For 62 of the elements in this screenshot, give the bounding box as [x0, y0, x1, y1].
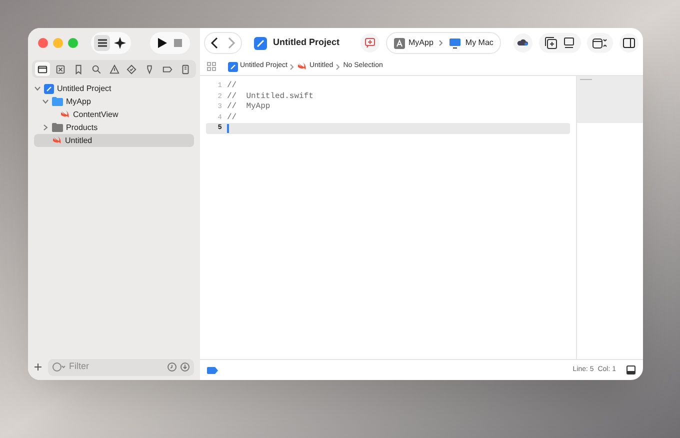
- swift-icon: [52, 136, 62, 145]
- diamond-check-icon: [126, 64, 138, 74]
- navigator-tab[interactable]: [35, 62, 50, 76]
- tree-row[interactable]: Untitled Project: [34, 82, 194, 95]
- chevron-icon: [336, 64, 340, 70]
- chevron-icon: [290, 64, 294, 70]
- add-window-icon[interactable]: [545, 37, 557, 49]
- filter-field[interactable]: Filter: [48, 358, 194, 376]
- folder-icon: [52, 97, 63, 106]
- add-icon[interactable]: [34, 363, 42, 371]
- scheme-name: MyApp: [408, 37, 434, 49]
- code-comment: //: [227, 112, 237, 124]
- project-icon: [228, 62, 238, 72]
- folder-icon: [52, 123, 63, 132]
- play-icon[interactable]: [156, 37, 168, 49]
- stop-icon[interactable]: [172, 37, 184, 49]
- sparkle-icon[interactable]: [112, 35, 128, 51]
- tree-item-label: Products: [66, 122, 98, 134]
- issue-chat-icon[interactable]: [360, 33, 380, 53]
- project-title: Untitled Project: [273, 36, 340, 50]
- tree-item-label: Untitled: [65, 134, 92, 146]
- panel-toggle-icon[interactable]: [626, 365, 636, 375]
- layout-menu[interactable]: [587, 33, 613, 53]
- tag-icon[interactable]: [207, 366, 218, 374]
- disclosure-icon[interactable]: [42, 124, 49, 131]
- tree-row[interactable]: MyApp: [34, 95, 194, 108]
- document-icon: [180, 64, 191, 74]
- project-icon: [254, 36, 267, 50]
- cloud-icon[interactable]: [513, 33, 533, 53]
- close-button[interactable]: [38, 38, 48, 48]
- tree-row[interactable]: Untitled: [34, 134, 194, 147]
- scheme-selector[interactable]: MyApp My Mac: [386, 32, 502, 54]
- destination-name: My Mac: [465, 37, 494, 49]
- code-comment: //: [227, 80, 237, 92]
- tree-row[interactable]: Products: [34, 121, 194, 134]
- minimap-viewport: [577, 76, 643, 123]
- filter-options-icon[interactable]: [52, 362, 66, 372]
- monitor-icon: [449, 38, 462, 48]
- project-icon: [44, 84, 54, 94]
- folder-icon: [37, 64, 48, 74]
- clock-icon[interactable]: [167, 362, 177, 372]
- search-icon: [90, 64, 102, 74]
- tree-row[interactable]: ContentView: [34, 108, 194, 121]
- back-icon[interactable]: [210, 37, 220, 49]
- tree-item-label: ContentView: [73, 108, 118, 120]
- x-square-icon: [54, 64, 66, 74]
- inspector-toggle-icon[interactable]: [619, 33, 639, 53]
- swift-icon: [297, 62, 308, 71]
- warning-icon: [108, 64, 120, 74]
- app-icon: [394, 38, 405, 48]
- code-comment: // Untitled.swift: [227, 90, 314, 102]
- list-icon[interactable]: [94, 35, 110, 51]
- filter-input[interactable]: Filter: [69, 360, 164, 374]
- window-icon: [592, 37, 608, 49]
- text-cursor: [227, 124, 228, 133]
- tree-item-label: MyApp: [66, 96, 91, 108]
- tree-item-label: Untitled Project: [57, 82, 112, 94]
- swift-icon: [60, 110, 70, 119]
- display-icon[interactable]: [563, 37, 575, 49]
- code-comment: // MyApp: [227, 101, 270, 113]
- download-circle-icon[interactable]: [180, 362, 190, 372]
- chevron-icon: [439, 40, 444, 46]
